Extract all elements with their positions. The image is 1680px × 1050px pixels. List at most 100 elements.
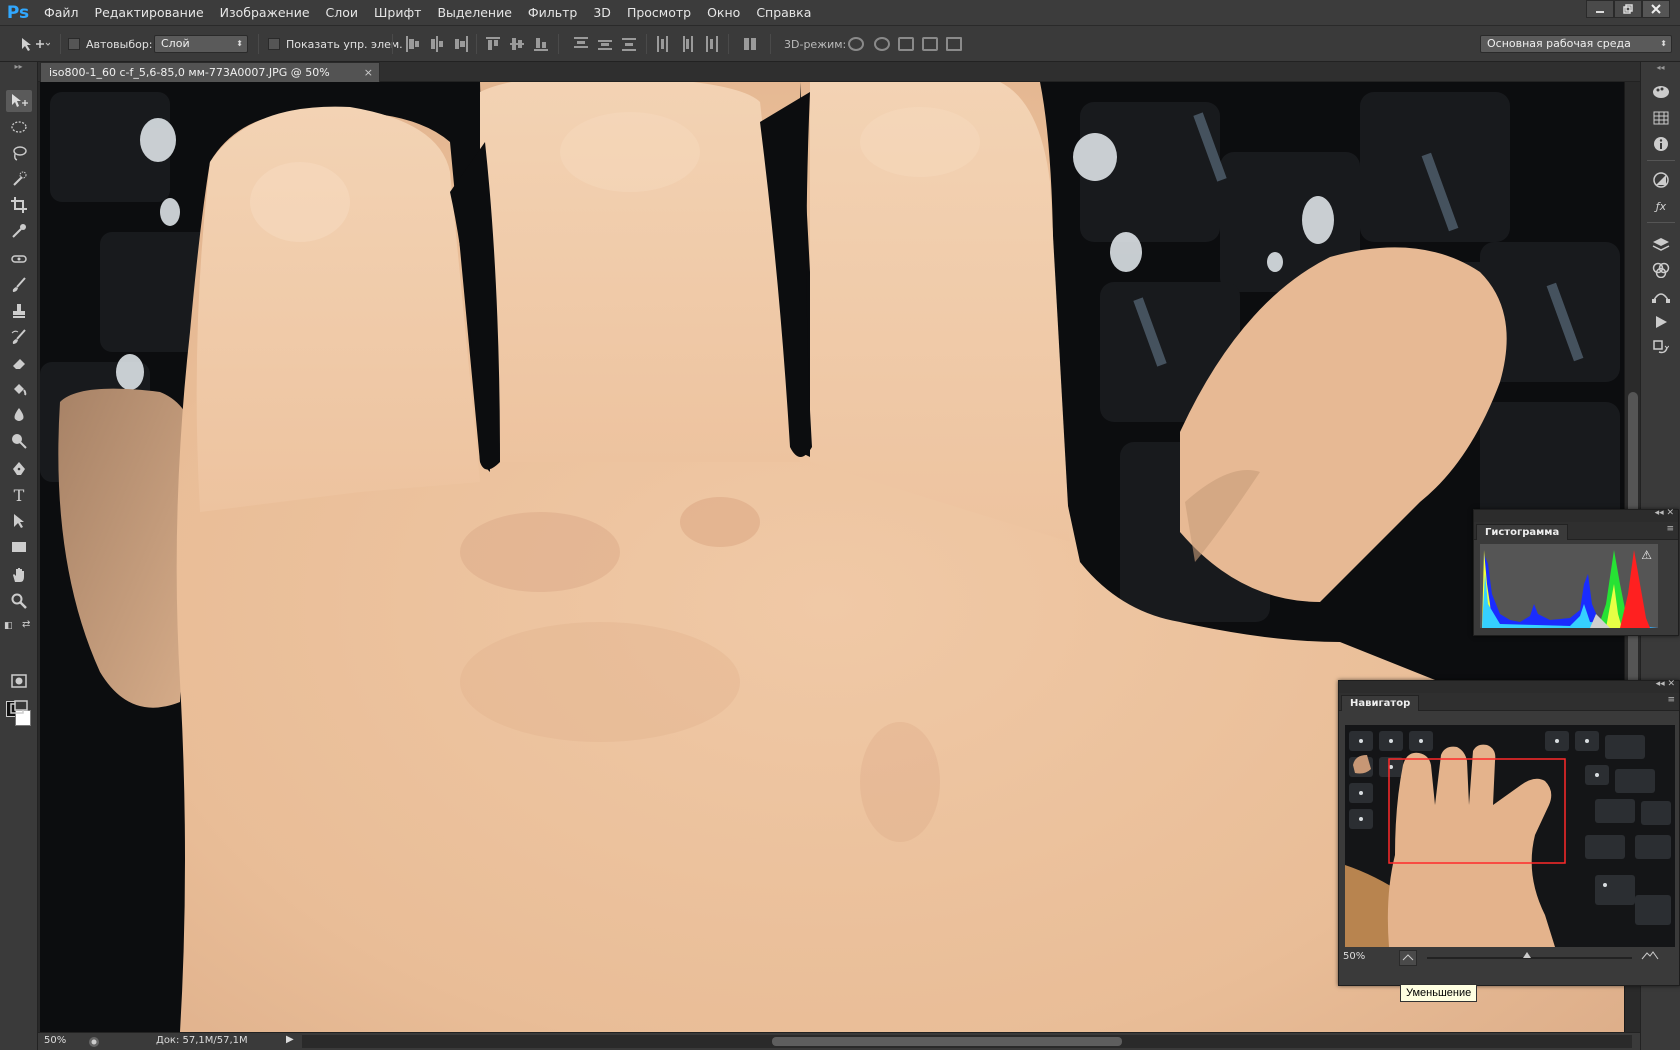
distribute-hcenter-icon[interactable] [680,36,694,52]
menu-image[interactable]: Изображение [212,0,318,26]
histogram-tab[interactable]: Гистограмма [1476,524,1569,540]
blur-tool[interactable] [6,404,32,426]
pen-tool[interactable] [6,458,32,480]
menu-layers[interactable]: Слои [318,0,367,26]
slide-3d-icon[interactable] [922,37,938,51]
orbit-3d-icon[interactable] [848,37,864,51]
status-zoom[interactable]: 50% [44,1035,66,1046]
menu-3d[interactable]: 3D [585,0,619,26]
quick-select-tool[interactable] [6,168,32,190]
dodge-icon [12,434,27,449]
zoom-tool[interactable] [6,590,32,612]
scale-3d-icon[interactable] [946,37,962,51]
navigator-thumbnail[interactable] [1345,725,1675,947]
align-bottom-icon[interactable] [534,36,548,52]
navigator-zoom-bar: 50% [1339,947,1679,969]
swatches-grid-icon[interactable] [1651,108,1671,128]
zoom-in-button[interactable] [1639,950,1661,966]
default-colors-icon[interactable]: ◧ [4,621,13,631]
history-icon[interactable] [1651,338,1671,358]
screen-mode-icon [10,700,28,714]
panel-collapse-close-icon[interactable]: ◂◂ ✕ [1655,508,1674,518]
autoselect-dropdown[interactable]: Слой ⬍ [154,35,248,53]
distribute-left-icon[interactable] [656,36,670,52]
navigator-tab[interactable]: Навигатор [1341,695,1420,711]
cache-warning-icon[interactable]: ⚠ [1641,548,1652,562]
lasso-tool[interactable] [6,142,32,164]
navigator-zoom-value[interactable]: 50% [1343,951,1365,962]
align-top-icon[interactable] [486,36,500,52]
roll-3d-icon[interactable] [874,37,890,51]
status-menu-arrow-icon[interactable]: ▶ [286,1034,294,1045]
menu-edit[interactable]: Редактирование [87,0,212,26]
hand-tool[interactable] [6,564,32,586]
styles-fx-icon[interactable]: ƒx [1651,196,1671,216]
quick-mask-button[interactable] [6,670,32,692]
align-left-icon[interactable] [406,36,420,52]
horizontal-scroll-thumb[interactable] [772,1037,1122,1046]
menu-filter[interactable]: Фильтр [520,0,585,26]
swap-colors-icon[interactable]: ⇄ [22,619,30,630]
close-tab-icon[interactable]: × [364,63,373,82]
menu-help[interactable]: Справка [748,0,819,26]
brush-tool[interactable] [6,274,32,296]
auto-align-icon[interactable] [744,36,758,52]
restore-button[interactable] [1614,0,1642,18]
eraser-tool[interactable] [6,352,32,374]
align-vcenter-icon[interactable] [510,36,524,52]
marquee-tool[interactable] [6,116,32,138]
screen-mode-button[interactable] [6,696,32,718]
menu-view[interactable]: Просмотр [619,0,699,26]
eyedropper-tool[interactable] [6,220,32,242]
history-brush-tool[interactable] [6,326,32,348]
dodge-tool[interactable] [6,430,32,452]
move-tool[interactable] [6,90,32,112]
distribute-right-icon[interactable] [704,36,718,52]
workspace-dropdown[interactable]: Основная рабочая среда ⬍ [1480,35,1672,53]
document-info-icon[interactable] [88,1036,100,1048]
clone-stamp-icon [13,304,25,318]
ellipse-marquee-icon [11,121,27,133]
panel-collapse-close-icon[interactable]: ◂◂ ✕ [1656,679,1675,689]
toolbox-collapse-icon[interactable]: ▸▸ [0,62,37,72]
autoselect-checkbox[interactable] [68,38,80,50]
document-tab[interactable]: iso800-1_60 с-f_5,6-85,0 мм-773A0007.JPG… [40,62,380,98]
rectangle-tool[interactable] [6,536,32,558]
type-tool[interactable]: T [6,484,32,506]
paint-bucket-tool[interactable] [6,378,32,400]
panel-menu-icon[interactable]: ≡ [1666,524,1674,534]
distribute-bottom-icon[interactable] [622,36,636,52]
zoom-slider-knob[interactable] [1523,952,1531,958]
actions-play-icon[interactable] [1651,312,1671,332]
show-transform-checkbox[interactable] [268,38,280,50]
paths-icon[interactable] [1651,286,1671,306]
menu-type[interactable]: Шрифт [366,0,429,26]
panel-menu-icon[interactable]: ≡ [1667,695,1675,705]
tool-preset-picker[interactable] [20,26,50,62]
path-select-tool[interactable] [6,510,32,532]
pan-3d-icon[interactable] [898,37,914,51]
horizontal-scrollbar[interactable] [302,1035,1632,1048]
distribute-top-icon[interactable] [574,36,588,52]
zoom-out-button[interactable] [1399,950,1417,966]
spot-heal-tool[interactable] [6,248,32,270]
info-icon[interactable] [1651,134,1671,154]
align-hcenter-icon[interactable] [430,36,444,52]
menu-window[interactable]: Окно [699,0,748,26]
menu-select[interactable]: Выделение [429,0,519,26]
channels-icon[interactable] [1651,260,1671,280]
dropdown-arrow-icon: ⬍ [1660,39,1667,48]
document-size-info: Док: 57,1M/57,1M [156,1035,248,1046]
dock-collapse-icon[interactable]: ◂◂ [1641,62,1680,74]
clone-stamp-tool[interactable] [6,300,32,322]
adjustments-icon[interactable] [1651,170,1671,190]
align-right-icon[interactable] [454,36,468,52]
distribute-vcenter-icon[interactable] [598,36,612,52]
crop-tool[interactable] [6,194,32,216]
close-window-button[interactable] [1642,0,1670,18]
color-palette-icon[interactable] [1651,82,1671,102]
menu-file[interactable]: Файл [36,0,87,26]
minimize-button[interactable] [1586,0,1614,18]
restore-icon [1623,4,1633,14]
layers-icon[interactable] [1651,234,1671,254]
